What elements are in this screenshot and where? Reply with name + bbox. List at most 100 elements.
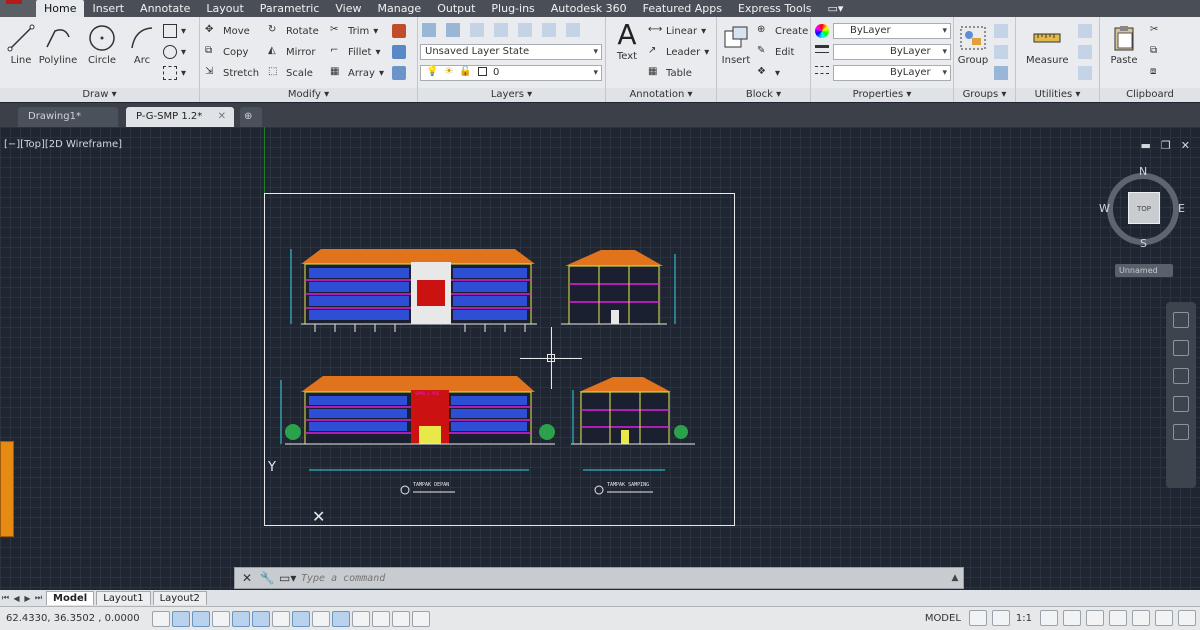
ribbon-toggle-icon[interactable]: ▭▾	[820, 0, 852, 17]
app-logo-icon[interactable]	[0, 0, 36, 17]
compass-south[interactable]: S	[1140, 237, 1147, 250]
view-cube[interactable]: TOP N S W E	[1099, 165, 1185, 250]
next-tab-icon[interactable]: ▶	[22, 594, 33, 603]
group-select-icon[interactable]	[994, 66, 1008, 80]
layer-properties-icon[interactable]	[422, 23, 436, 37]
minimize-icon[interactable]: ▬	[1141, 139, 1151, 152]
quick-view-drawings-icon[interactable]	[991, 610, 1010, 626]
linetype-dropdown[interactable]: ByLayer	[833, 65, 951, 81]
annotation-visibility-icon[interactable]	[1040, 610, 1058, 626]
annotation-panel-title[interactable]: Annotation ▾	[606, 88, 716, 102]
polyline-button[interactable]: Polyline	[38, 23, 78, 66]
linetype-icon[interactable]	[815, 66, 829, 74]
model-space-label[interactable]: MODEL	[922, 613, 964, 624]
hardware-acceleration-icon[interactable]	[1132, 610, 1150, 626]
transparency-toggle[interactable]	[372, 610, 390, 627]
view-cube-top-face[interactable]: TOP	[1128, 192, 1160, 224]
mirror-button[interactable]: ◭ Mirror	[268, 45, 315, 59]
block-panel-title[interactable]: Block ▾	[717, 88, 810, 102]
edit-block-button[interactable]: ✎ Edit	[757, 45, 794, 59]
compass-north[interactable]: N	[1139, 165, 1147, 178]
tab-layout1[interactable]: Layout1	[96, 591, 151, 605]
rotate-button[interactable]: ↻ Rotate	[268, 24, 319, 38]
compass-west[interactable]: W	[1099, 202, 1110, 215]
tab-express-tools[interactable]: Express Tools	[730, 0, 820, 17]
leader-button[interactable]: ↗ Leader ▾	[648, 45, 709, 59]
grid-display-toggle[interactable]	[192, 610, 210, 627]
paste-button[interactable]: Paste	[1108, 23, 1140, 66]
draw-panel-title[interactable]: Draw ▾	[0, 88, 199, 102]
ortho-mode-toggle[interactable]	[212, 610, 230, 627]
attribute-button[interactable]: ❖ ▾	[757, 66, 780, 80]
clean-screen-icon[interactable]	[1178, 610, 1196, 626]
tab-plug-ins[interactable]: Plug-ins	[483, 0, 542, 17]
command-input[interactable]	[301, 572, 947, 584]
close-icon[interactable]: ✕	[1181, 139, 1190, 152]
compass-east[interactable]: E	[1178, 202, 1185, 215]
copy-base-icon[interactable]: ⧈	[1150, 66, 1164, 80]
stretch-button[interactable]: ⇲ Stretch	[205, 66, 259, 80]
measure-button[interactable]: Measure	[1026, 23, 1069, 66]
quick-view-layouts-icon[interactable]	[968, 610, 987, 626]
workspace-switching-icon[interactable]	[1086, 610, 1104, 626]
circle-button[interactable]: Circle	[86, 23, 118, 66]
region-icon[interactable]: ▾	[163, 66, 186, 80]
table-button[interactable]: ▦ Table	[648, 66, 692, 80]
tab-autodesk-360[interactable]: Autodesk 360	[543, 0, 635, 17]
close-icon[interactable]: ✕	[218, 107, 226, 127]
infer-constraints-toggle[interactable]	[152, 610, 170, 627]
layer-state-icon[interactable]	[446, 23, 460, 37]
tab-home[interactable]: Home	[36, 0, 85, 17]
tab-model[interactable]: Model	[46, 591, 95, 605]
layer-lock-icon[interactable]	[542, 23, 556, 37]
create-block-button[interactable]: ⊕ Create	[757, 24, 808, 38]
tab-layout[interactable]: Layout	[198, 0, 251, 17]
command-history-icon[interactable]: ▭▾	[279, 570, 296, 586]
scale-button[interactable]: ⬚ Scale	[268, 66, 313, 80]
layer-match-icon[interactable]	[470, 23, 484, 37]
tab-view[interactable]: View	[327, 0, 369, 17]
tab-featured-apps[interactable]: Featured Apps	[635, 0, 730, 17]
clipboard-copy-icon[interactable]: ⧉	[1150, 45, 1164, 59]
tab-output[interactable]: Output	[429, 0, 483, 17]
orbit-icon[interactable]	[1173, 396, 1189, 412]
close-command-line-icon[interactable]: ✕	[239, 570, 255, 586]
layer-isolate-icon[interactable]	[566, 23, 580, 37]
explode-icon[interactable]	[392, 45, 406, 59]
utilities-panel-title[interactable]: Utilities ▾	[1016, 88, 1099, 102]
annotation-scale[interactable]: 1:1	[1013, 613, 1035, 624]
lineweight-icon[interactable]	[815, 45, 829, 53]
ungroup-icon[interactable]	[994, 24, 1008, 38]
rectangle-icon[interactable]: ▾	[163, 24, 186, 38]
first-tab-icon[interactable]: ⏮	[0, 593, 11, 603]
layer-freeze-icon[interactable]	[518, 23, 532, 37]
cut-icon[interactable]: ✂	[1150, 24, 1164, 38]
selection-cycling-toggle[interactable]	[412, 610, 430, 627]
object-snap-tracking-toggle[interactable]	[292, 610, 310, 627]
tab-parametric[interactable]: Parametric	[252, 0, 328, 17]
auto-scale-icon[interactable]	[1063, 610, 1081, 626]
fillet-button[interactable]: ⌐ Fillet ▾	[330, 45, 380, 59]
tab-layout2[interactable]: Layout2	[152, 591, 207, 605]
tab-insert[interactable]: Insert	[84, 0, 132, 17]
polar-tracking-toggle[interactable]	[232, 610, 250, 627]
line-button[interactable]: Line	[6, 23, 36, 66]
isolate-objects-icon[interactable]	[1155, 610, 1173, 626]
tab-annotate[interactable]: Annotate	[132, 0, 198, 17]
color-dropdown[interactable]: ByLayer	[833, 23, 951, 39]
group-edit-icon[interactable]	[994, 45, 1008, 59]
prev-tab-icon[interactable]: ◀	[11, 594, 22, 603]
steering-wheel-icon[interactable]	[1173, 312, 1189, 328]
hatch-icon[interactable]: ▾	[163, 45, 186, 59]
restore-icon[interactable]: ❐	[1161, 139, 1171, 152]
tab-manage[interactable]: Manage	[369, 0, 429, 17]
customize-icon[interactable]: 🔧	[259, 570, 275, 586]
dynamic-ucs-toggle[interactable]	[312, 610, 330, 627]
text-button[interactable]: A Text	[612, 19, 642, 63]
offset-icon[interactable]	[392, 66, 406, 80]
quick-properties-toggle[interactable]	[392, 610, 410, 627]
viewport-controls-label[interactable]: [−][Top][2D Wireframe]	[4, 139, 122, 150]
zoom-icon[interactable]	[1173, 368, 1189, 384]
copy-button[interactable]: ⧉ Copy	[205, 45, 248, 59]
file-tab-active[interactable]: P-G-SMP 1.2* ✕	[126, 107, 234, 127]
